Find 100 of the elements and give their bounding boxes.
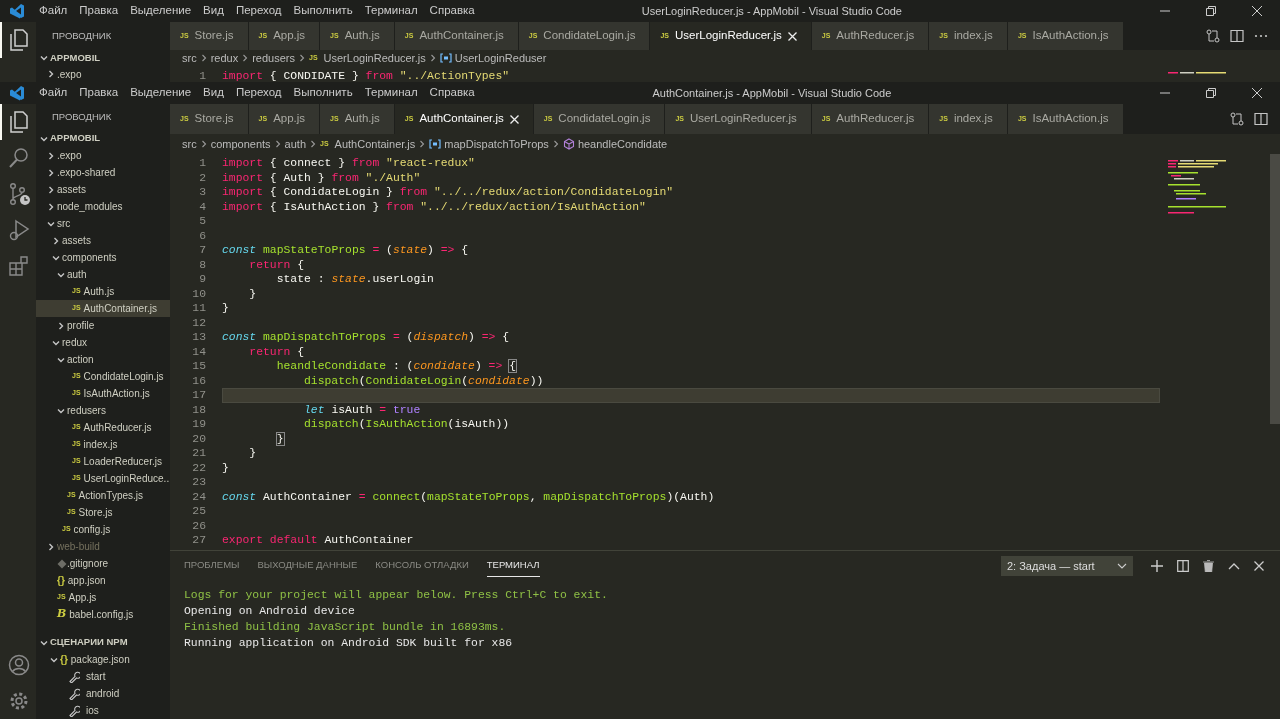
trash-icon[interactable] [1203,560,1214,572]
folder-item[interactable]: node_modules [36,198,170,215]
file-item[interactable]: {} app.json [36,572,170,589]
menu-item[interactable]: Переход [230,2,287,20]
compare-changes-icon[interactable] [1206,29,1220,43]
folder-item[interactable]: .expo-shared [36,164,170,181]
code-line: import { CONDIDATE } from "../ActionTypes" [222,69,511,84]
breadcrumb-separator-icon [428,54,437,62]
script-item[interactable]: start [36,668,170,685]
folder-item[interactable]: assets [36,232,170,249]
breadcrumb-separator-icon [418,140,427,148]
section-header[interactable]: APPMOBIL [36,130,170,147]
account-icon[interactable] [7,653,31,677]
split-terminal-icon[interactable] [1177,560,1189,572]
files-icon[interactable] [7,28,31,52]
folder-item[interactable]: .expo [36,66,170,82]
wrench-icon [68,687,80,700]
line-number: 8 [198,257,206,272]
panel-tab[interactable]: КОНСОЛЬ ОТЛАДКИ [375,555,469,577]
search-icon[interactable] [7,146,31,170]
folder-item[interactable]: .expo [36,147,170,164]
restore-icon[interactable] [1206,88,1216,98]
menu-item[interactable]: Справка [424,84,480,102]
file-item[interactable]: .gitignore [36,555,170,572]
menu-item[interactable]: Правка [74,2,124,20]
breadcrumb-item[interactable]: UserLoginReduser [439,49,547,67]
section-header[interactable]: СЦЕНАРИИ NPM [36,634,170,651]
code-line: state : state.userLogin [275,272,435,287]
code-line: const mapDispatchToProps = (dispatch) => { [222,330,511,345]
menu-item[interactable]: Вид [198,84,229,102]
menu-item[interactable]: Терминал [359,2,423,20]
chevron-down-icon [40,54,48,62]
line-number: 23 [191,475,206,490]
code-line: return { [248,257,306,272]
script-item[interactable]: ios [36,702,170,719]
line-number: 26 [191,518,206,533]
folder-item[interactable]: profile [36,317,170,334]
terminal-select[interactable]: 2: Задача — start [1001,556,1133,576]
files-icon[interactable] [7,110,31,134]
line-number: 3 [198,185,206,200]
restore-icon[interactable] [1206,6,1216,16]
code-line: dispatch(CondidateLogin(condidate)) [303,373,545,388]
line-number: 7 [198,243,206,258]
code-line: } [222,460,230,475]
extensions-icon[interactable] [7,254,31,278]
run-debug-icon[interactable] [7,218,31,242]
line-number: 22 [191,460,206,475]
menu-item[interactable]: Выполнить [288,84,358,102]
code-line: } [275,431,285,446]
folder-item[interactable]: action [36,351,170,368]
breadcrumb-item[interactable]: mapDispatchToProps [429,135,549,153]
breadcrumb-item[interactable]: redusers [252,49,295,67]
folder-item[interactable]: redux [36,334,170,351]
breadcrumb-separator-icon [241,54,250,62]
line-number: 17 [191,388,206,403]
scrollbar-thumb[interactable] [1270,154,1280,424]
panel-tab[interactable]: ТЕРМИНАЛ [486,555,540,577]
script-item[interactable]: android [36,685,170,702]
caret-icon [1117,562,1127,570]
menu-item[interactable]: Выполнить [288,2,358,20]
split-editor-icon[interactable] [1230,29,1244,43]
folder-item[interactable]: components [36,249,170,266]
breadcrumb-item[interactable]: auth [284,135,307,153]
breadcrumb-separator-icon [551,140,560,148]
folder-item[interactable]: redusers [36,402,170,419]
folder-item[interactable]: auth [36,266,170,283]
close-icon[interactable] [1254,561,1264,571]
breadcrumb-item[interactable]: src [182,49,197,67]
breadcrumb-item[interactable]: heandleCondidate [562,135,668,153]
breadcrumb-item[interactable]: redux [210,49,239,67]
breadcrumb-item[interactable]: components [210,135,271,153]
window-title: UserLoginReducer.js - AppMobil - Visual Studio Code [640,3,903,19]
folder-item[interactable]: src [36,215,170,232]
menu-item[interactable]: Терминал [359,84,423,102]
close-icon[interactable] [1252,6,1262,16]
menu-item[interactable]: Выделение [125,2,197,20]
section-header[interactable]: APPMOBIL [36,50,170,66]
folder-item[interactable]: assets [36,181,170,198]
menu-item[interactable]: Выделение [125,84,197,102]
breadcrumb-item[interactable]: src [182,135,197,153]
close-icon[interactable] [1252,88,1262,98]
chevron-down-icon [40,134,48,143]
panel-tab[interactable]: ПРОБЛЕМЫ [184,555,240,577]
menu-item[interactable]: Правка [74,84,124,102]
package-item[interactable]: {} package.json [36,651,170,668]
file-item[interactable]: B babel.config.js [36,606,170,623]
split-editor-icon[interactable] [1254,112,1268,126]
menu-item[interactable]: Справка [424,2,480,20]
json-file-icon: {} [57,573,65,588]
panel-tab[interactable]: ВЫХОДНЫЕ ДАННЫЕ [257,555,358,577]
menu-item[interactable]: Вид [198,2,229,20]
breadcrumb-separator-icon [199,140,208,148]
plus-icon[interactable] [1151,560,1163,572]
menu-item[interactable]: Файл [34,84,73,102]
chevron-up-icon[interactable] [1228,562,1240,570]
line-number: 15 [191,359,206,374]
source-control-icon[interactable] [7,182,31,206]
compare-changes-icon[interactable] [1230,112,1244,126]
menu-item[interactable]: Переход [230,84,287,102]
menu-item[interactable]: Файл [34,2,73,20]
